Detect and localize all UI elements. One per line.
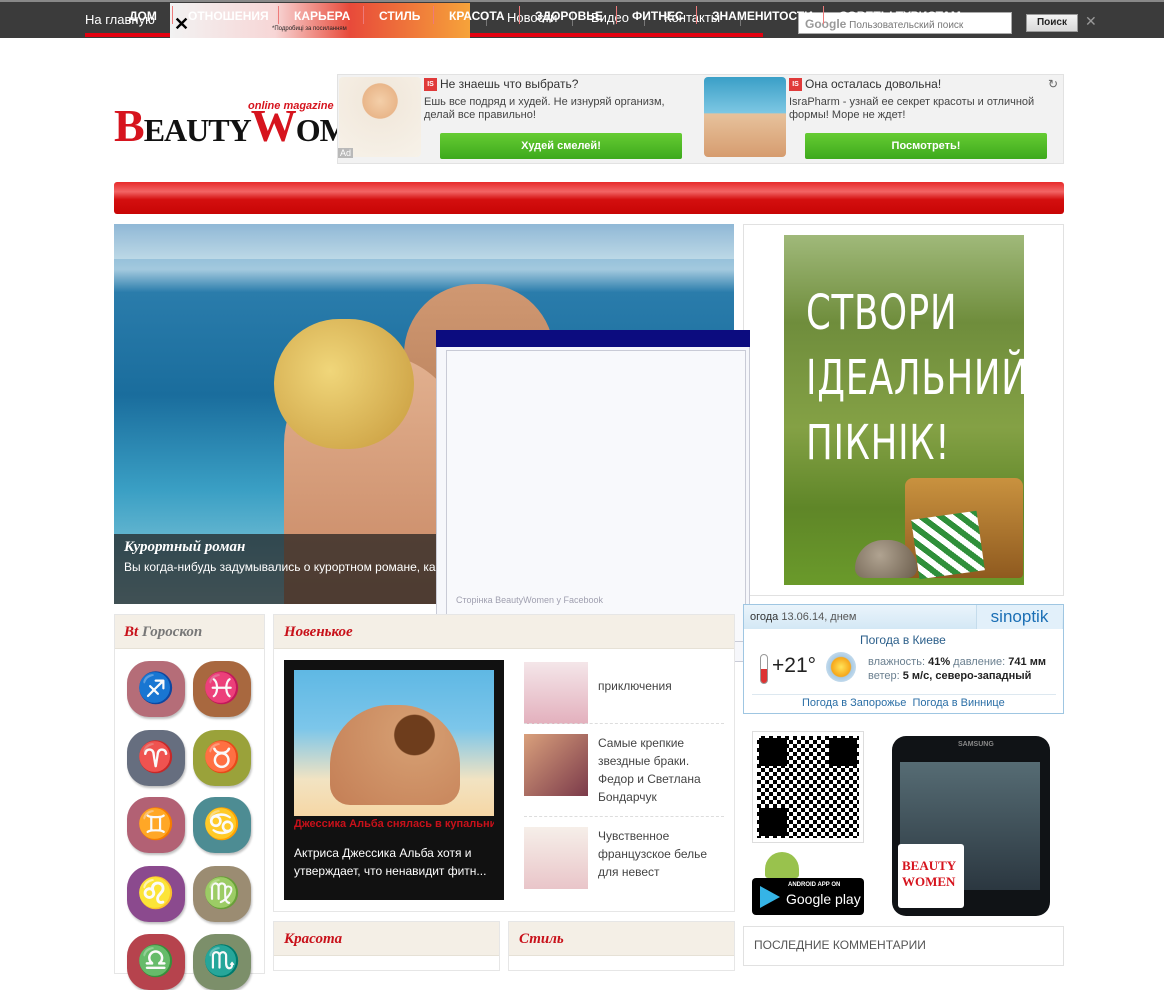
nav-item-travel-tips[interactable]: СОВЕТЫ ТУРИСТАМ bbox=[839, 9, 961, 23]
main-nav bbox=[114, 182, 1064, 214]
list-item-thumb[interactable] bbox=[524, 734, 588, 796]
site-logo[interactable]: online magazine BEAUTYWOMEN bbox=[114, 100, 392, 150]
zodiac-glyph: ♉ bbox=[203, 741, 241, 774]
zodiac-glyph: ♋ bbox=[203, 808, 241, 841]
list-item-thumb[interactable] bbox=[524, 827, 588, 889]
zodiac-glyph: ♊ bbox=[137, 808, 175, 841]
horoscope-title[interactable]: Bt Гороскоп bbox=[124, 624, 202, 641]
zodiac-glyph: ♈ bbox=[137, 741, 175, 774]
ad-button-1[interactable]: Худей смелей! bbox=[440, 133, 682, 159]
nav-item-beauty[interactable]: КРАСОТА bbox=[449, 9, 505, 23]
ad-desc-2: IsraPharm - узнай ее секрет красоты и от… bbox=[789, 96, 1035, 121]
hero-sky bbox=[114, 224, 734, 259]
weather-links: Погода в Запорожье Погода в Виннице bbox=[802, 697, 1005, 709]
nav-item-relations[interactable]: ОТНОШЕНИЯ bbox=[188, 9, 269, 23]
hero-image-hair bbox=[274, 319, 414, 449]
weather-temperature: +21° bbox=[772, 654, 817, 677]
new-title[interactable]: Новенькое bbox=[284, 624, 353, 641]
divider bbox=[363, 6, 364, 24]
zodiac-sign-icon[interactable]: ♎ bbox=[127, 934, 185, 990]
list-item-title[interactable]: приключения bbox=[598, 677, 728, 695]
style-title[interactable]: Стиль bbox=[519, 931, 564, 948]
close-icon[interactable]: ✕ bbox=[1085, 13, 1097, 30]
zodiac-sign-icon[interactable]: ♈ bbox=[127, 730, 185, 786]
picnic-ad-line-1: СТВОРИ bbox=[806, 285, 958, 341]
popup-facebook-link[interactable]: Сторінка BeautyWomen у Facebook bbox=[456, 595, 603, 605]
nav-item-home[interactable]: ДОМ bbox=[129, 9, 157, 23]
zodiac-sign-icon[interactable]: ♌ bbox=[127, 866, 185, 922]
ad-choice-icon[interactable]: Ad bbox=[338, 148, 354, 158]
israpharm-icon: IS bbox=[424, 78, 437, 92]
qr-code[interactable] bbox=[752, 731, 864, 843]
nav-item-fitness[interactable]: ФИТНЕС bbox=[632, 9, 684, 23]
nav-item-style[interactable]: СТИЛЬ bbox=[379, 9, 420, 23]
zodiac-sign-icon[interactable]: ♋ bbox=[193, 797, 251, 853]
zodiac-glyph: ♓ bbox=[203, 672, 241, 705]
google-play-badge[interactable]: ANDROID APP ON Google play bbox=[752, 878, 864, 915]
picnic-cloth bbox=[911, 510, 985, 580]
zodiac-sign-icon[interactable]: ♓ bbox=[193, 661, 251, 717]
list-item-title[interactable]: Чувственное французское белье для невест bbox=[598, 827, 728, 881]
banner-note: *Подробиці за посиланням bbox=[272, 26, 347, 32]
ad-title-1[interactable]: IS Не знаешь что выбрать? bbox=[424, 77, 578, 92]
divider bbox=[524, 723, 724, 724]
weather-link-vinnitsa[interactable]: Погода в Виннице bbox=[912, 697, 1004, 709]
divider bbox=[519, 6, 520, 24]
weather-date: огода 13.06.14, днем bbox=[750, 611, 857, 623]
play-icon bbox=[760, 886, 780, 908]
zodiac-glyph: ♌ bbox=[137, 877, 175, 910]
zodiac-sign-icon[interactable]: ♉ bbox=[193, 730, 251, 786]
divider bbox=[172, 6, 173, 24]
search-button[interactable]: Поиск bbox=[1026, 14, 1078, 32]
featured-text: Актриса Джессика Альба хотя и утверждает… bbox=[294, 846, 487, 878]
app-logo: BEAUTY WOMEN bbox=[898, 844, 964, 908]
sinoptik-logo[interactable]: sinoptik bbox=[976, 605, 1062, 629]
beauty-title[interactable]: Красота bbox=[284, 931, 342, 948]
divider bbox=[616, 6, 617, 24]
popup-titlebar[interactable] bbox=[436, 330, 750, 347]
zodiac-sign-icon[interactable]: ♐ bbox=[127, 661, 185, 717]
zodiac-sign-icon[interactable]: ♏ bbox=[193, 934, 251, 990]
ad-button-2[interactable]: Посмотреть! bbox=[805, 133, 1047, 159]
weather-link-zaporozhye[interactable]: Погода в Запорожье bbox=[802, 697, 906, 709]
israpharm-icon: IS bbox=[789, 78, 802, 92]
divider bbox=[278, 6, 279, 24]
android-icon bbox=[765, 852, 799, 878]
zodiac-sign-icon[interactable]: ♊ bbox=[127, 797, 185, 853]
refresh-icon[interactable]: ↻ bbox=[1048, 77, 1058, 91]
nav-item-career[interactable]: КАРЬЕРА bbox=[294, 9, 350, 23]
hero-title[interactable]: Курортный роман bbox=[124, 539, 245, 556]
ad-title-2[interactable]: IS Она осталась довольна! bbox=[789, 77, 941, 92]
phone-brand: SAMSUNG bbox=[958, 741, 994, 748]
zodiac-glyph: ♐ bbox=[137, 672, 175, 705]
badge-big-text: Google play bbox=[786, 891, 861, 907]
thermometer-icon bbox=[760, 654, 768, 684]
zodiac-sign-icon[interactable]: ♍ bbox=[193, 866, 251, 922]
ad-image-beach[interactable] bbox=[704, 77, 786, 157]
ad-image-diet[interactable] bbox=[339, 77, 421, 157]
ad-desc-1: Ешь все подряд и худей. Не изнуряй орган… bbox=[424, 96, 665, 121]
picnic-ad-line-2: ІДЕАЛЬНИЙ bbox=[806, 350, 1029, 406]
zodiac-glyph: ♏ bbox=[203, 945, 241, 978]
divider bbox=[524, 816, 724, 817]
nav-item-celebrities[interactable]: ЗНАМЕНИТОСТИ bbox=[712, 9, 813, 23]
zodiac-glyph: ♎ bbox=[137, 945, 175, 978]
nav-item-health[interactable]: ЗДОРОВЬЕ bbox=[535, 9, 603, 23]
divider bbox=[433, 6, 434, 24]
badge-small-text: ANDROID APP ON bbox=[788, 882, 841, 888]
picnic-ad-line-3: ПІКНІК! bbox=[806, 415, 951, 471]
featured-title[interactable]: Джессика Альба снялась в купальнике bbox=[294, 818, 494, 830]
banner-close-icon[interactable]: ✕ bbox=[174, 15, 189, 33]
list-item-thumb[interactable] bbox=[524, 662, 588, 724]
zodiac-glyph: ♍ bbox=[203, 877, 241, 910]
divider bbox=[823, 6, 824, 24]
comments-title: ПОСЛЕДНИЕ КОММЕНТАРИИ bbox=[754, 938, 926, 952]
divider bbox=[752, 694, 1056, 695]
divider bbox=[696, 6, 697, 24]
featured-image-person bbox=[330, 705, 460, 805]
weather-city[interactable]: Погода в Киеве bbox=[860, 633, 946, 647]
sun-cloud-icon bbox=[826, 652, 856, 682]
list-item-title[interactable]: Самые крепкие звездные браки. Федор и Св… bbox=[598, 734, 728, 806]
weather-details: влажность: 41% давление: 741 мм ветер: 5… bbox=[868, 656, 1046, 682]
